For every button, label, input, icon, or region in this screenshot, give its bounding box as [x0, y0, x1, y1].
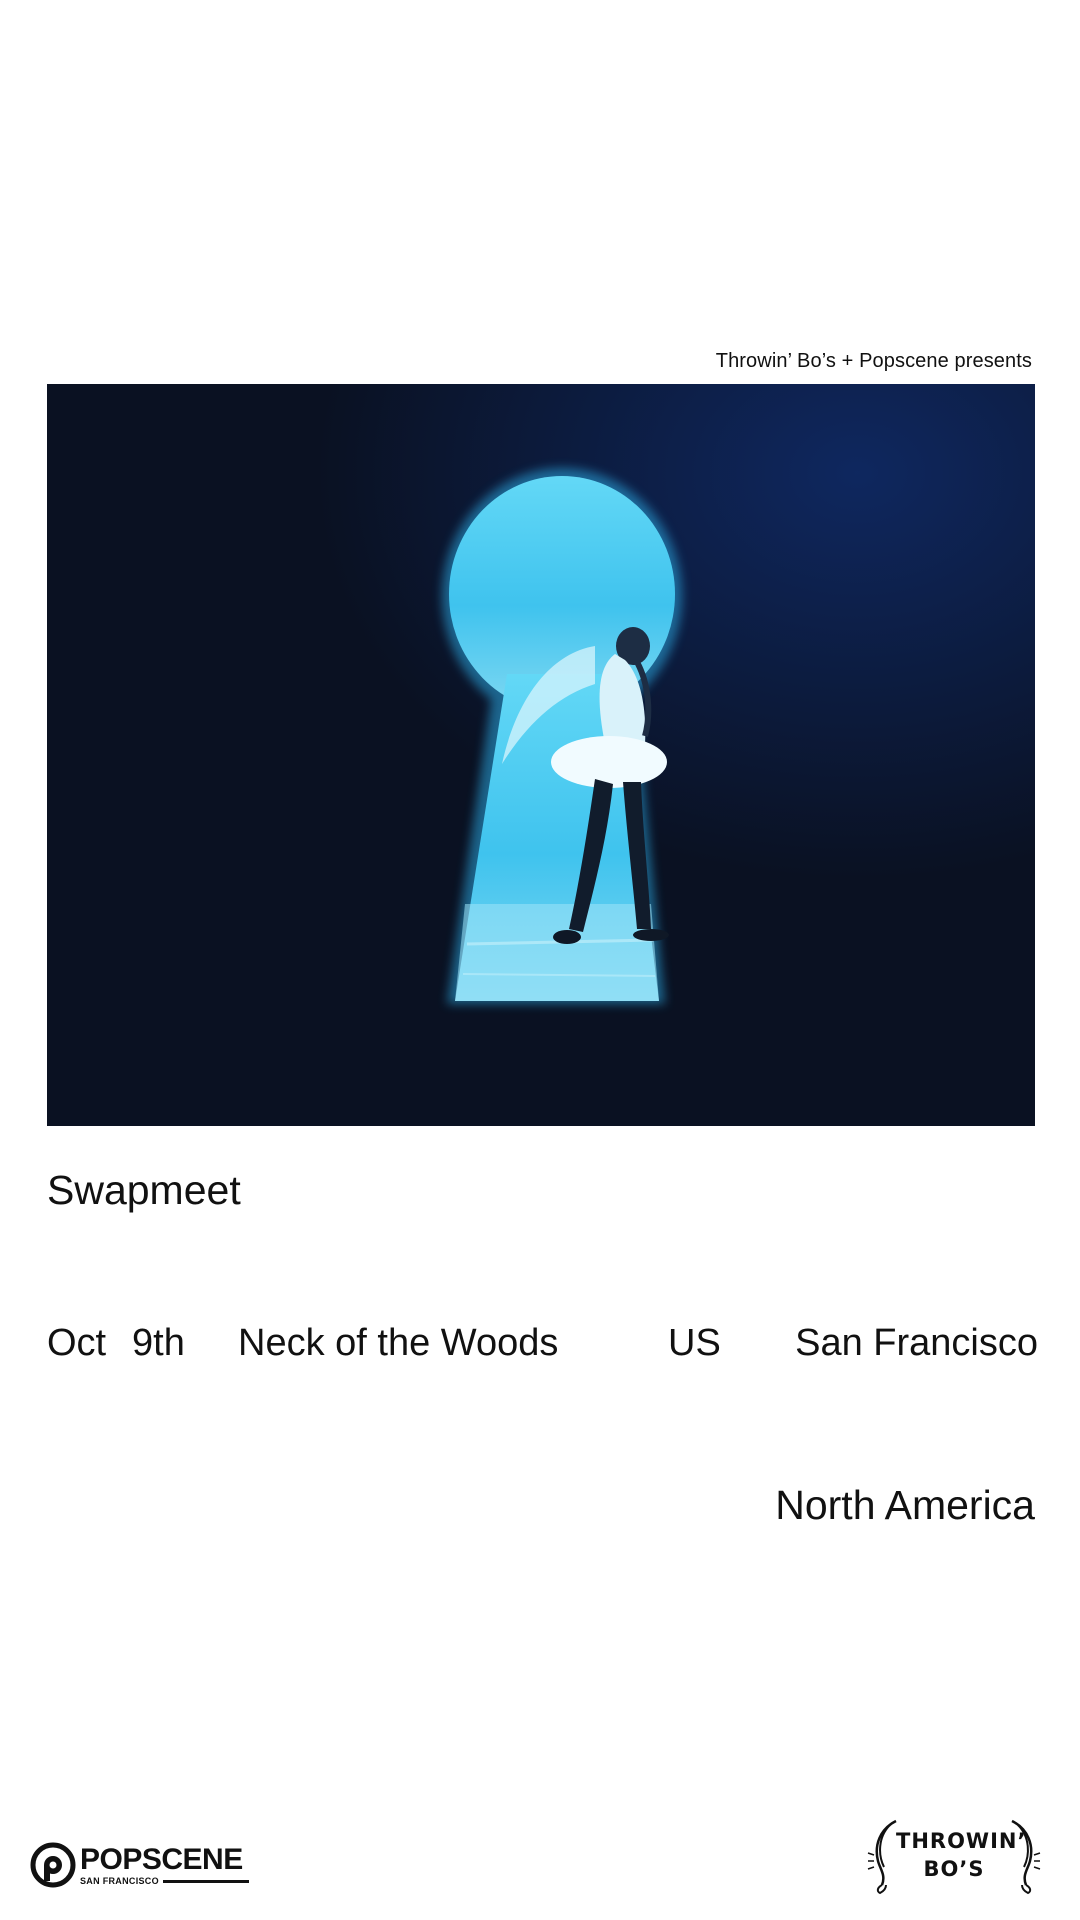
popscene-wordmark: POPSCENE	[80, 1842, 243, 1876]
event-region: North America	[775, 1482, 1035, 1528]
popscene-logo: POPSCENE SAN FRANCISCO	[30, 1840, 249, 1890]
throwin-bos-line1: THROWIN’	[896, 1829, 1027, 1853]
popscene-underline	[162, 1879, 249, 1883]
event-city: San Francisco	[795, 1322, 1038, 1364]
event-month: Oct	[47, 1322, 107, 1364]
throwin-bos-line2: BO’S	[923, 1857, 985, 1881]
presenters-line: Throwin’ Bo’s + Popscene presents	[715, 350, 1032, 372]
popscene-location: SAN FRANCISCO	[80, 1875, 159, 1886]
event-title: Swapmeet	[47, 1167, 241, 1213]
popscene-circle-p-icon	[30, 1842, 76, 1888]
throwin-bos-logo: THROWIN’ BO’S	[856, 1815, 1052, 1895]
event-poster-image	[47, 384, 1035, 1126]
event-country: US	[668, 1322, 721, 1364]
event-day: 9th	[132, 1322, 185, 1364]
event-venue: Neck of the Woods	[238, 1322, 559, 1364]
